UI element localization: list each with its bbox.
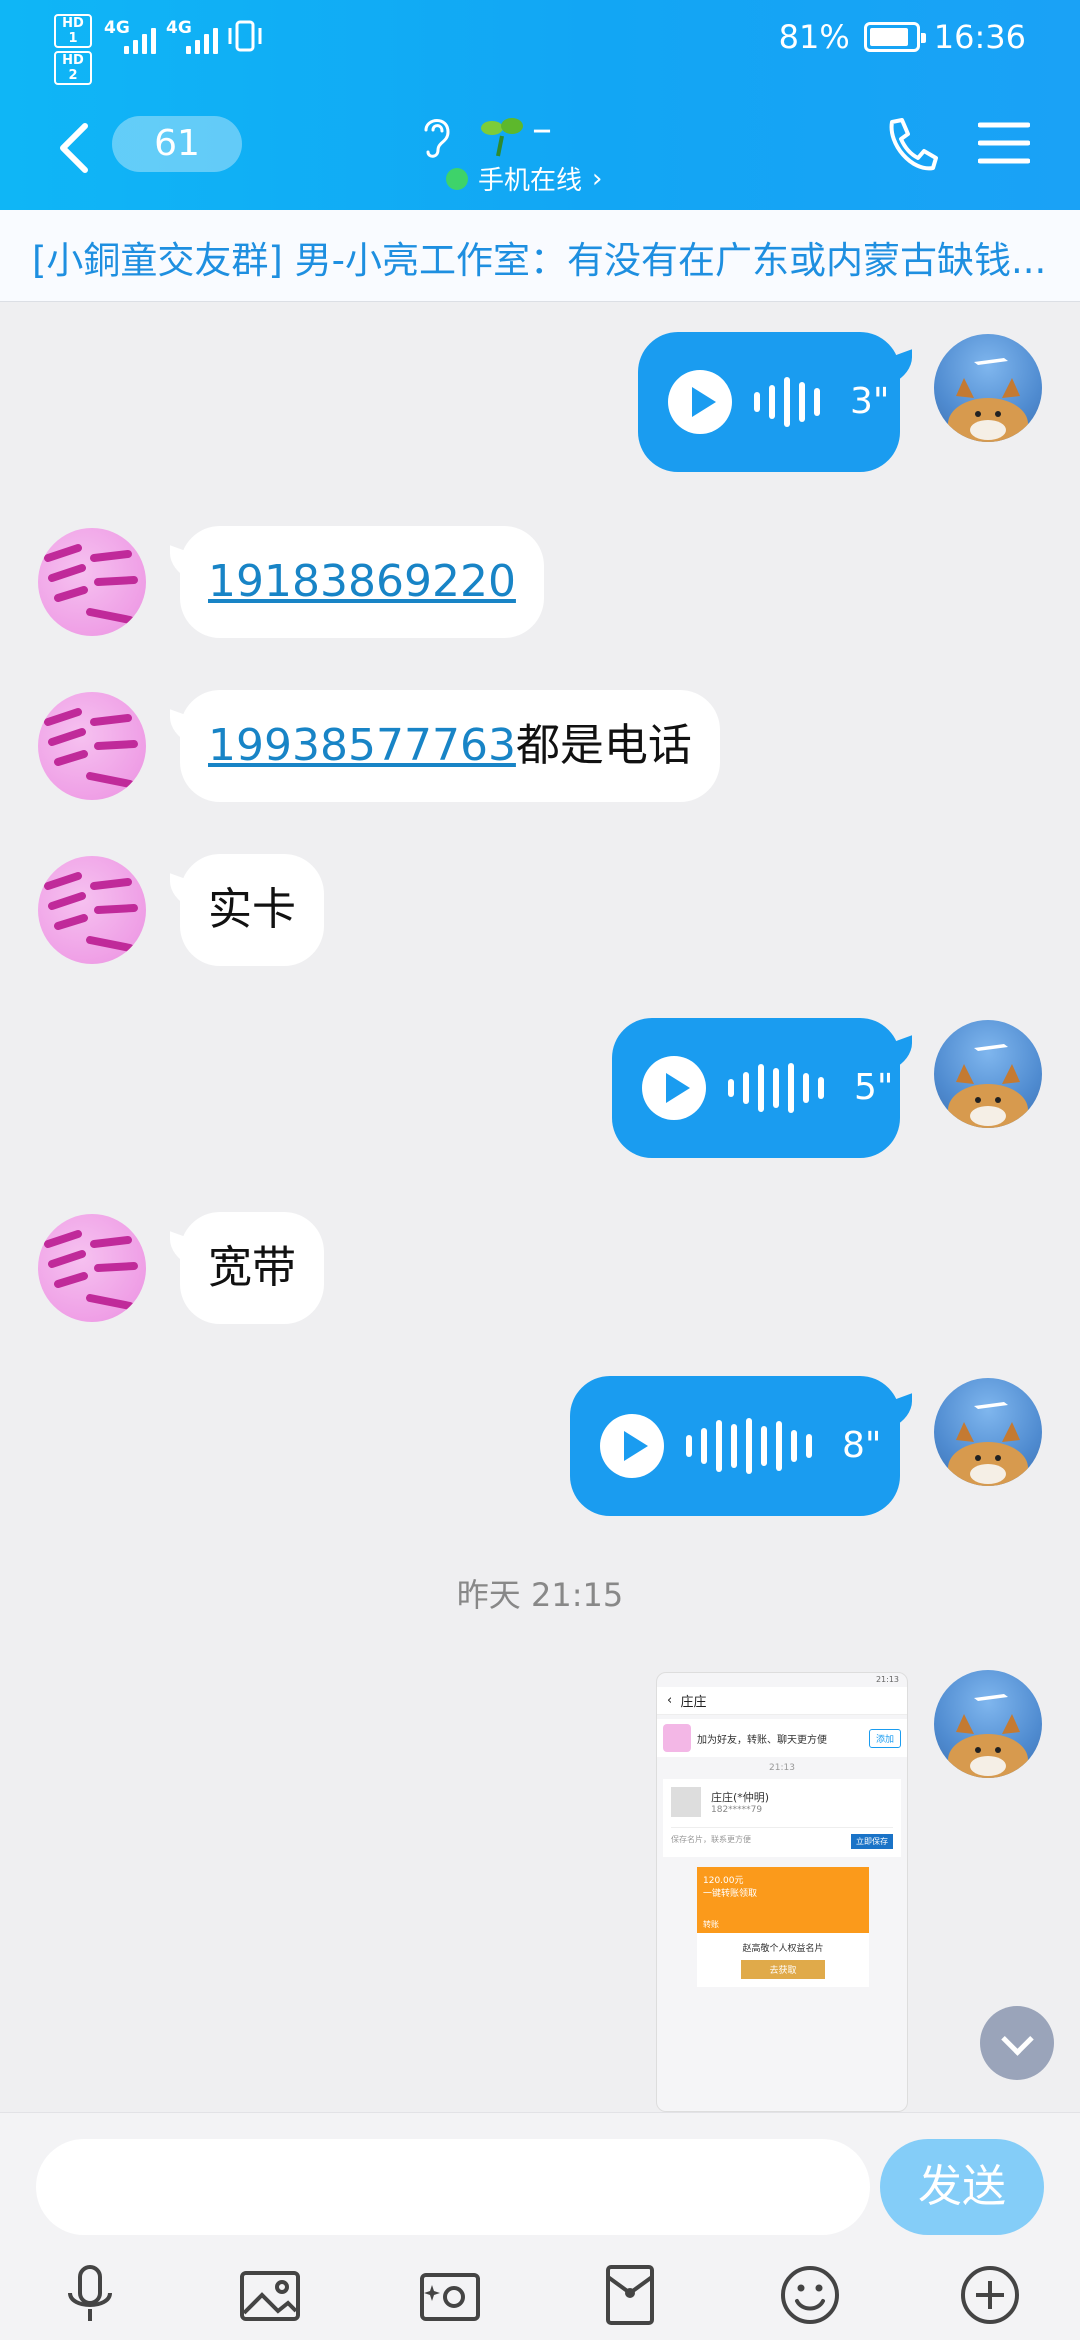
my-avatar[interactable] bbox=[934, 1378, 1042, 1486]
shot-back-icon: ‹ bbox=[667, 1693, 681, 1708]
shot-transfer-sub: 一键转账领取 bbox=[703, 1889, 758, 1899]
shot-card-save: 立即保存 bbox=[851, 1834, 893, 1849]
status-right: 81% 16:36 bbox=[779, 18, 1026, 56]
shot-add-text: 加为好友，转账、聊天更方便 bbox=[697, 1734, 827, 1746]
message-text: 宽带 bbox=[208, 1242, 296, 1293]
emoji-icon[interactable] bbox=[778, 2263, 842, 2327]
shot-avatar bbox=[663, 1724, 691, 1752]
online-dot-icon bbox=[446, 167, 468, 190]
chat-area: 3" 19183869220 19938577763都是电话 实卡 5" 宽带 bbox=[0, 302, 1080, 2112]
contact-avatar[interactable] bbox=[38, 1214, 146, 1322]
contact-avatar[interactable] bbox=[38, 856, 146, 964]
text-message-4[interactable]: 宽带 bbox=[180, 1212, 324, 1324]
online-status-text: 手机在线 bbox=[478, 166, 583, 196]
shot-header: ‹ 庄庄 bbox=[657, 1687, 907, 1715]
send-button[interactable]: 发送 bbox=[880, 2139, 1044, 2235]
shot-transfer-card: 120.00元 一键转账领取 转账 bbox=[697, 1867, 869, 1933]
message-text: 实卡 bbox=[208, 884, 296, 935]
camera-icon[interactable] bbox=[418, 2263, 482, 2327]
back-arrow-icon[interactable] bbox=[55, 118, 95, 178]
my-avatar[interactable] bbox=[934, 1670, 1042, 1778]
chevron-right-icon: › bbox=[592, 163, 603, 194]
red-packet-icon[interactable] bbox=[598, 2263, 662, 2327]
ear-icon bbox=[424, 119, 450, 158]
voice-duration: 8" bbox=[842, 1425, 882, 1466]
shot-title: 庄庄 bbox=[680, 1695, 707, 1710]
toolbar bbox=[0, 2253, 1080, 2337]
contact-avatar[interactable] bbox=[38, 692, 146, 800]
shot-add-button: 添加 bbox=[868, 1728, 901, 1748]
time-divider: 昨天 21:15 bbox=[456, 1576, 624, 1614]
unread-count-badge[interactable]: 61 bbox=[112, 116, 242, 172]
waveform-icon bbox=[754, 362, 820, 442]
group-notice-banner[interactable]: [小銅童交友群] 男-小亮工作室：有没有在广东或内蒙古缺钱... bbox=[0, 210, 1080, 302]
play-icon[interactable] bbox=[642, 1056, 706, 1120]
battery-percent: 81% bbox=[778, 18, 850, 56]
input-bar: 发送 bbox=[0, 2112, 1080, 2340]
play-icon[interactable] bbox=[668, 370, 732, 434]
battery-icon bbox=[863, 22, 926, 52]
shot-status-bar: 21:13 bbox=[657, 1673, 907, 1687]
hd2-badge: HD 2 bbox=[54, 51, 92, 85]
gallery-icon[interactable] bbox=[238, 2263, 302, 2327]
image-message[interactable]: 21:13 ‹ 庄庄 加为好友，转账、聊天更方便 添加 21:13 庄庄(*仲明… bbox=[656, 1672, 908, 2112]
contact-name: – bbox=[532, 106, 552, 152]
shot-transfer-amount: 120.00元 bbox=[703, 1876, 744, 1886]
shot-transfer-foot-text: 赵高敬个人权益名片 bbox=[742, 1944, 824, 1954]
my-avatar[interactable] bbox=[934, 334, 1042, 442]
contact-avatar[interactable] bbox=[38, 528, 146, 636]
waveform-icon bbox=[686, 1406, 812, 1486]
microphone-icon[interactable] bbox=[58, 2263, 122, 2327]
voice-duration: 3" bbox=[850, 381, 890, 422]
shot-card-phone: 182*****79 bbox=[711, 1805, 763, 1815]
play-icon[interactable] bbox=[600, 1414, 664, 1478]
waveform-icon bbox=[728, 1048, 824, 1128]
phone-number-link[interactable]: 19938577763 bbox=[208, 720, 516, 771]
shot-add-friend-bar: 加为好友，转账、聊天更方便 添加 bbox=[657, 1719, 907, 1757]
phone-number-link[interactable]: 19183869220 bbox=[208, 556, 516, 607]
shot-card-hint: 保存名片，联系更方便 bbox=[671, 1835, 751, 1844]
message-input[interactable] bbox=[36, 2139, 870, 2235]
status-bar: HD 1 HD 2 4G 4G 81% 16:36 bbox=[0, 0, 1080, 85]
plus-icon[interactable] bbox=[958, 2263, 1022, 2327]
voice-message-2[interactable]: 5" bbox=[612, 1018, 900, 1158]
text-message-1[interactable]: 19183869220 bbox=[180, 526, 544, 638]
hd1-badge: HD 1 bbox=[54, 14, 92, 48]
voice-message-3[interactable]: 8" bbox=[570, 1376, 900, 1516]
nav-bar: 61 – 手机在线 › bbox=[0, 100, 1080, 200]
message-text: 都是电话 bbox=[515, 720, 692, 771]
shot-contact-card: 庄庄(*仲明) 182*****79 保存名片，联系更方便 立即保存 bbox=[663, 1779, 901, 1857]
voice-duration: 5" bbox=[854, 1067, 894, 1108]
banner-text: [小銅童交友群] 男-小亮工作室：有没有在广东或内蒙古缺钱... bbox=[32, 239, 1047, 282]
shot-transfer-footer: 赵高敬个人权益名片 去获取 bbox=[697, 1933, 869, 1987]
shot-status-right: 21:13 bbox=[875, 1675, 899, 1684]
shot-transfer-label: 转账 bbox=[703, 1920, 719, 1929]
shot-card-avatar bbox=[671, 1787, 701, 1817]
shot-time: 21:13 bbox=[769, 1763, 795, 1773]
shot-card-name: 庄庄(*仲明) bbox=[711, 1791, 770, 1804]
header: HD 1 HD 2 4G 4G 81% 16:36 61 – 手机在线 › bbox=[0, 0, 1080, 210]
text-message-2[interactable]: 19938577763都是电话 bbox=[180, 690, 720, 802]
text-message-3[interactable]: 实卡 bbox=[180, 854, 324, 966]
menu-icon[interactable] bbox=[978, 120, 1030, 166]
chat-title[interactable]: – 手机在线 › bbox=[380, 106, 700, 196]
sprout-icon bbox=[481, 118, 523, 157]
voice-message-1[interactable]: 3" bbox=[638, 332, 900, 472]
scroll-down-button[interactable] bbox=[980, 2006, 1054, 2080]
sim-badges: HD 1 HD 2 bbox=[54, 14, 92, 88]
my-avatar[interactable] bbox=[934, 1020, 1042, 1128]
shot-get-button: 去获取 bbox=[741, 1960, 825, 1979]
online-status: 手机在线 › bbox=[446, 160, 602, 197]
phone-call-icon[interactable] bbox=[882, 114, 938, 174]
signal-icon-2 bbox=[186, 18, 218, 54]
signal-icon bbox=[124, 18, 156, 54]
vibrate-icon bbox=[228, 20, 262, 52]
clock: 16:36 bbox=[933, 18, 1026, 56]
